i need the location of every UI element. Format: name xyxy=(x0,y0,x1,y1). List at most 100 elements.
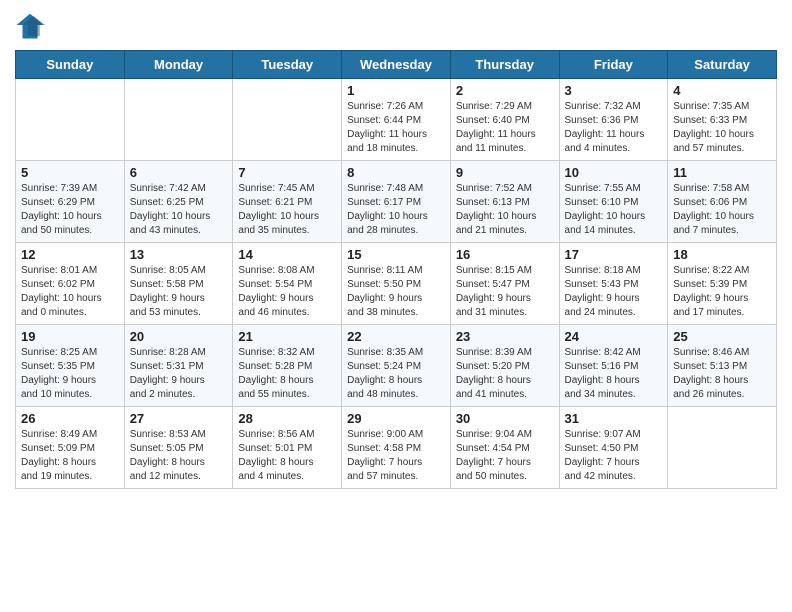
day-info: Sunrise: 8:32 AM Sunset: 5:28 PM Dayligh… xyxy=(238,346,336,402)
page: SundayMondayTuesdayWednesdayThursdayFrid… xyxy=(0,0,792,499)
day-number: 4 xyxy=(673,83,771,98)
day-info: Sunrise: 7:55 AM Sunset: 6:10 PM Dayligh… xyxy=(565,182,663,238)
day-info: Sunrise: 8:22 AM Sunset: 5:39 PM Dayligh… xyxy=(673,264,771,320)
weekday-header-friday: Friday xyxy=(559,51,668,79)
day-number: 27 xyxy=(130,411,228,426)
calendar-week-row: 19Sunrise: 8:25 AM Sunset: 5:35 PM Dayli… xyxy=(16,325,777,407)
calendar-cell: 27 Sunrise: 8:53 AM Sunset: 5:05 PM Dayli… xyxy=(124,407,233,489)
day-number: 23 xyxy=(456,329,554,344)
day-info: Sunrise: 8:49 AM Sunset: 5:09 PM Dayligh… xyxy=(21,428,119,484)
day-info: Sunrise: 7:58 AM Sunset: 6:06 PM Dayligh… xyxy=(673,182,771,238)
day-number: 29 xyxy=(347,411,445,426)
day-number: 26 xyxy=(21,411,119,426)
day-info: Sunrise: 8:46 AM Sunset: 5:13 PM Dayligh… xyxy=(673,346,771,402)
day-number: 17 xyxy=(565,247,663,262)
calendar-week-row: 1 Sunrise: 7:26 AM Sunset: 6:44 PM Daylig… xyxy=(16,79,777,161)
calendar-cell: 11Sunrise: 7:58 AM Sunset: 6:06 PM Dayli… xyxy=(668,161,777,243)
calendar-cell xyxy=(668,407,777,489)
calendar-cell: 18 Sunrise: 8:22 AM Sunset: 5:39 PM Dayli… xyxy=(668,243,777,325)
day-info: Sunrise: 7:52 AM Sunset: 6:13 PM Dayligh… xyxy=(456,182,554,238)
day-number: 3 xyxy=(565,83,663,98)
calendar-cell: 15 Sunrise: 8:11 AM Sunset: 5:50 PM Dayli… xyxy=(342,243,451,325)
calendar-cell: 10 Sunrise: 7:55 AM Sunset: 6:10 PM Dayli… xyxy=(559,161,668,243)
calendar-cell: 4 Sunrise: 7:35 AM Sunset: 6:33 PM Daylig… xyxy=(668,79,777,161)
calendar-week-row: 5Sunrise: 7:39 AM Sunset: 6:29 PM Daylig… xyxy=(16,161,777,243)
weekday-header-row: SundayMondayTuesdayWednesdayThursdayFrid… xyxy=(16,51,777,79)
day-info: Sunrise: 8:56 AM Sunset: 5:01 PM Dayligh… xyxy=(238,428,336,484)
day-number: 16 xyxy=(456,247,554,262)
calendar-cell: 23 Sunrise: 8:39 AM Sunset: 5:20 PM Dayli… xyxy=(450,325,559,407)
calendar-cell: 25Sunrise: 8:46 AM Sunset: 5:13 PM Dayli… xyxy=(668,325,777,407)
day-info: Sunrise: 8:25 AM Sunset: 5:35 PM Dayligh… xyxy=(21,346,119,402)
day-number: 1 xyxy=(347,83,445,98)
day-info: Sunrise: 8:39 AM Sunset: 5:20 PM Dayligh… xyxy=(456,346,554,402)
calendar-cell: 12 Sunrise: 8:01 AM Sunset: 6:02 PM Dayli… xyxy=(16,243,125,325)
day-info: Sunrise: 7:35 AM Sunset: 6:33 PM Dayligh… xyxy=(673,100,771,156)
calendar-cell xyxy=(16,79,125,161)
day-info: Sunrise: 9:04 AM Sunset: 4:54 PM Dayligh… xyxy=(456,428,554,484)
header xyxy=(15,10,777,40)
calendar-cell: 24 Sunrise: 8:42 AM Sunset: 5:16 PM Dayli… xyxy=(559,325,668,407)
day-number: 10 xyxy=(565,165,663,180)
calendar-cell: 28 Sunrise: 8:56 AM Sunset: 5:01 PM Dayli… xyxy=(233,407,342,489)
day-number: 20 xyxy=(130,329,228,344)
weekday-header-thursday: Thursday xyxy=(450,51,559,79)
calendar-cell: 8Sunrise: 7:48 AM Sunset: 6:17 PM Daylig… xyxy=(342,161,451,243)
calendar-cell xyxy=(233,79,342,161)
day-number: 9 xyxy=(456,165,554,180)
day-number: 30 xyxy=(456,411,554,426)
day-number: 5 xyxy=(21,165,119,180)
day-info: Sunrise: 8:08 AM Sunset: 5:54 PM Dayligh… xyxy=(238,264,336,320)
day-number: 6 xyxy=(130,165,228,180)
day-number: 18 xyxy=(673,247,771,262)
calendar-cell: 9 Sunrise: 7:52 AM Sunset: 6:13 PM Daylig… xyxy=(450,161,559,243)
day-number: 12 xyxy=(21,247,119,262)
day-number: 22 xyxy=(347,329,445,344)
day-info: Sunrise: 7:32 AM Sunset: 6:36 PM Dayligh… xyxy=(565,100,663,156)
day-info: Sunrise: 7:48 AM Sunset: 6:17 PM Dayligh… xyxy=(347,182,445,238)
calendar-cell: 30 Sunrise: 9:04 AM Sunset: 4:54 PM Dayli… xyxy=(450,407,559,489)
weekday-header-sunday: Sunday xyxy=(16,51,125,79)
day-number: 28 xyxy=(238,411,336,426)
day-number: 15 xyxy=(347,247,445,262)
day-info: Sunrise: 8:42 AM Sunset: 5:16 PM Dayligh… xyxy=(565,346,663,402)
calendar-week-row: 26 Sunrise: 8:49 AM Sunset: 5:09 PM Dayli… xyxy=(16,407,777,489)
day-info: Sunrise: 7:26 AM Sunset: 6:44 PM Dayligh… xyxy=(347,100,445,156)
calendar-cell: 5Sunrise: 7:39 AM Sunset: 6:29 PM Daylig… xyxy=(16,161,125,243)
calendar-cell: 2 Sunrise: 7:29 AM Sunset: 6:40 PM Daylig… xyxy=(450,79,559,161)
calendar-week-row: 12 Sunrise: 8:01 AM Sunset: 6:02 PM Dayli… xyxy=(16,243,777,325)
calendar-cell: 22 Sunrise: 8:35 AM Sunset: 5:24 PM Dayli… xyxy=(342,325,451,407)
calendar-table: SundayMondayTuesdayWednesdayThursdayFrid… xyxy=(15,50,777,489)
day-info: Sunrise: 8:11 AM Sunset: 5:50 PM Dayligh… xyxy=(347,264,445,320)
calendar-cell: 20 Sunrise: 8:28 AM Sunset: 5:31 PM Dayli… xyxy=(124,325,233,407)
day-info: Sunrise: 8:35 AM Sunset: 5:24 PM Dayligh… xyxy=(347,346,445,402)
weekday-header-tuesday: Tuesday xyxy=(233,51,342,79)
day-info: Sunrise: 8:53 AM Sunset: 5:05 PM Dayligh… xyxy=(130,428,228,484)
logo-icon xyxy=(15,10,45,40)
calendar-cell: 16 Sunrise: 8:15 AM Sunset: 5:47 PM Dayli… xyxy=(450,243,559,325)
calendar-cell xyxy=(124,79,233,161)
day-info: Sunrise: 8:01 AM Sunset: 6:02 PM Dayligh… xyxy=(21,264,119,320)
calendar-cell: 1 Sunrise: 7:26 AM Sunset: 6:44 PM Daylig… xyxy=(342,79,451,161)
day-number: 31 xyxy=(565,411,663,426)
day-info: Sunrise: 8:15 AM Sunset: 5:47 PM Dayligh… xyxy=(456,264,554,320)
weekday-header-saturday: Saturday xyxy=(668,51,777,79)
day-info: Sunrise: 8:28 AM Sunset: 5:31 PM Dayligh… xyxy=(130,346,228,402)
day-info: Sunrise: 7:29 AM Sunset: 6:40 PM Dayligh… xyxy=(456,100,554,156)
calendar-cell: 17 Sunrise: 8:18 AM Sunset: 5:43 PM Dayli… xyxy=(559,243,668,325)
day-number: 24 xyxy=(565,329,663,344)
day-number: 14 xyxy=(238,247,336,262)
day-number: 13 xyxy=(130,247,228,262)
calendar-cell: 31 Sunrise: 9:07 AM Sunset: 4:50 PM Dayli… xyxy=(559,407,668,489)
day-info: Sunrise: 8:05 AM Sunset: 5:58 PM Dayligh… xyxy=(130,264,228,320)
day-number: 2 xyxy=(456,83,554,98)
day-info: Sunrise: 7:45 AM Sunset: 6:21 PM Dayligh… xyxy=(238,182,336,238)
calendar-cell: 19Sunrise: 8:25 AM Sunset: 5:35 PM Dayli… xyxy=(16,325,125,407)
weekday-header-monday: Monday xyxy=(124,51,233,79)
day-info: Sunrise: 9:07 AM Sunset: 4:50 PM Dayligh… xyxy=(565,428,663,484)
calendar-cell: 21Sunrise: 8:32 AM Sunset: 5:28 PM Dayli… xyxy=(233,325,342,407)
day-info: Sunrise: 9:00 AM Sunset: 4:58 PM Dayligh… xyxy=(347,428,445,484)
day-info: Sunrise: 8:18 AM Sunset: 5:43 PM Dayligh… xyxy=(565,264,663,320)
calendar-cell: 29 Sunrise: 9:00 AM Sunset: 4:58 PM Dayli… xyxy=(342,407,451,489)
weekday-header-wednesday: Wednesday xyxy=(342,51,451,79)
